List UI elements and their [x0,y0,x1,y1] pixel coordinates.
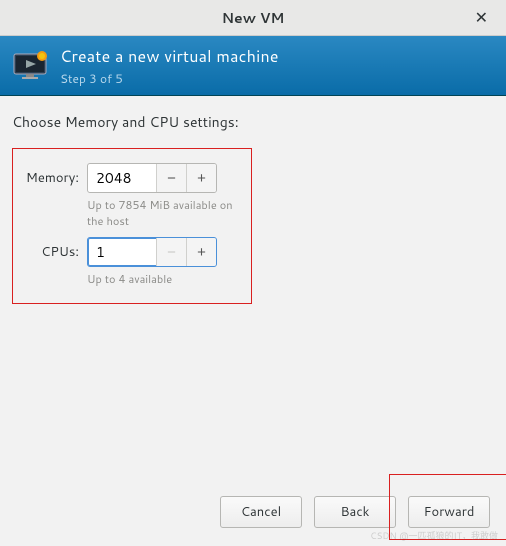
close-icon: ✕ [475,10,488,27]
back-button[interactable]: Back [314,496,396,528]
titlebar: New VM ✕ [0,0,506,36]
memory-row: Memory: − + [17,163,243,193]
memory-label: Memory: [17,169,79,187]
minus-icon: − [167,170,176,187]
wizard-banner: Create a new virtual machine Step 3 of 5 [0,36,506,96]
cpus-decrement-button[interactable]: − [156,238,186,266]
close-button[interactable]: ✕ [467,4,496,32]
memory-spinbox: − + [87,163,217,193]
banner-text: Create a new virtual machine Step 3 of 5 [60,45,279,87]
memory-increment-button[interactable]: + [186,164,216,192]
cancel-button[interactable]: Cancel [220,496,302,528]
memory-input[interactable] [88,164,156,192]
content-area: Choose Memory and CPU settings: Memory: … [0,96,506,320]
watermark: CSDN @一匹孤狼的IT，我敢做 [370,529,498,542]
cpus-row: CPUs: − + [17,237,243,267]
settings-prompt: Choose Memory and CPU settings: [12,112,494,132]
plus-icon: + [197,170,206,187]
forward-button[interactable]: Forward [408,496,490,528]
banner-title: Create a new virtual machine [60,45,279,68]
vm-monitor-icon [12,48,48,84]
cpus-input[interactable] [88,238,156,266]
wizard-buttons: Cancel Back Forward [220,496,490,528]
cpus-hint: Up to 4 available [87,271,243,287]
memory-hint: Up to 7854 MiB available on the host [87,197,243,229]
memory-decrement-button[interactable]: − [156,164,186,192]
window-title: New VM [222,8,285,28]
plus-icon: + [197,244,206,261]
banner-step: Step 3 of 5 [60,70,279,87]
minus-icon: − [167,244,176,261]
settings-highlight-box: Memory: − + Up to 7854 MiB available on … [12,148,252,304]
cpus-increment-button[interactable]: + [186,238,216,266]
cpus-label: CPUs: [17,243,79,261]
cpus-spinbox: − + [87,237,217,267]
